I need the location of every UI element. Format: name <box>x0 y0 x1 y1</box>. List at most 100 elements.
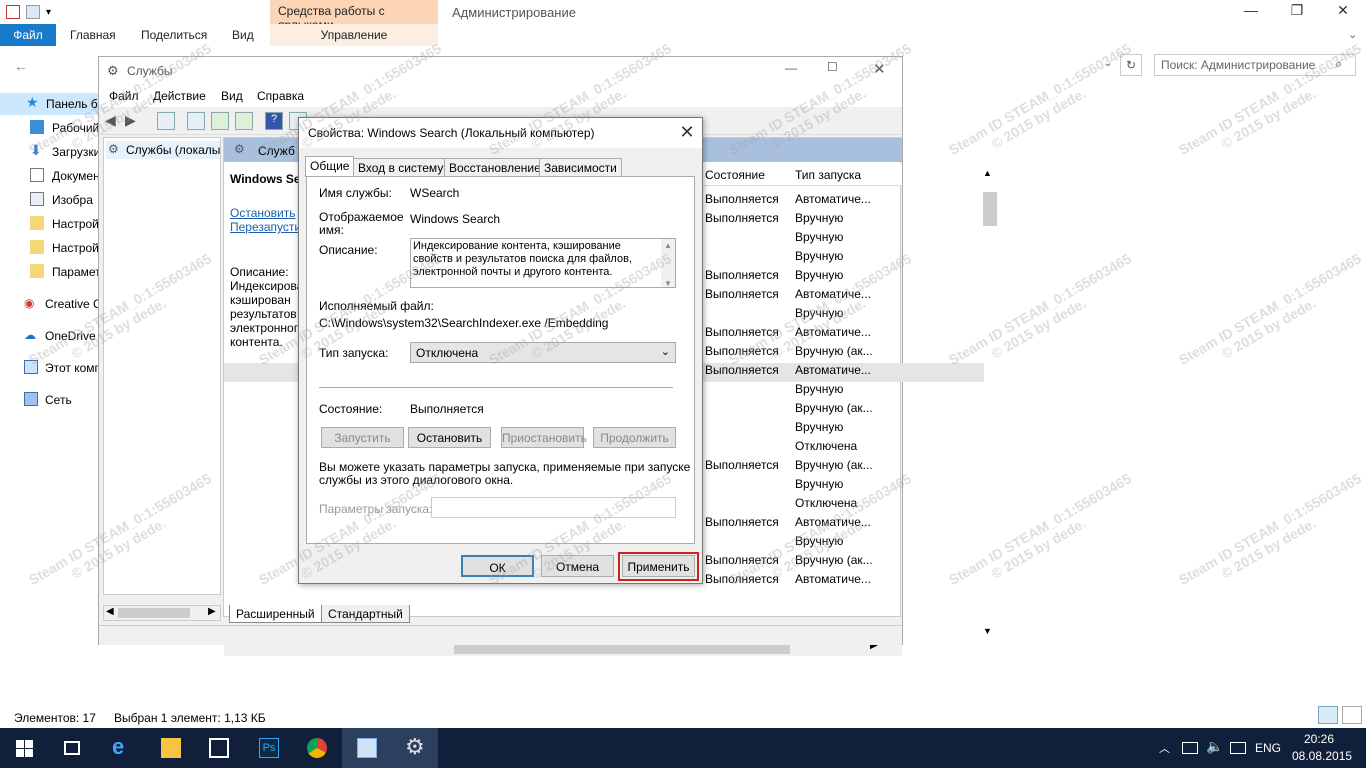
column-state[interactable]: Состояние <box>705 168 765 182</box>
close-icon[interactable]: ✕ <box>677 122 697 142</box>
services-title: Службы <box>127 64 173 78</box>
chevron-down-icon[interactable]: ⌄ <box>1348 28 1357 41</box>
properties-icon[interactable] <box>6 4 20 19</box>
refresh-icon[interactable] <box>211 112 229 130</box>
tab-recovery[interactable]: Восстановление <box>444 158 546 176</box>
taskbar-store[interactable] <box>194 728 242 768</box>
column-startup-type[interactable]: Тип запуска <box>795 168 861 182</box>
tab-extended[interactable]: Расширенный <box>229 605 322 623</box>
back-icon[interactable]: ◀ <box>105 112 116 129</box>
tab-share[interactable]: Поделиться <box>141 24 207 46</box>
volume-icon[interactable]: 🔈 <box>1206 738 1223 755</box>
back-icon[interactable]: ← <box>14 58 28 74</box>
taskbar-explorer[interactable] <box>146 728 194 768</box>
service-name-value: WSearch <box>410 186 460 200</box>
chevron-down-icon[interactable]: ⌄ <box>1104 58 1112 69</box>
startup-cell: Вручную (ак... <box>795 553 873 567</box>
new-folder-icon[interactable] <box>26 4 40 19</box>
minimize-icon[interactable]: — <box>785 61 797 75</box>
services-titlebar: ⚙ Службы — ☐ ✕ <box>99 57 902 85</box>
resume-button[interactable]: Продолжить <box>593 427 676 448</box>
help-icon[interactable]: ? <box>265 112 283 130</box>
console-tree: ⚙ Службы (локалы <box>103 137 221 595</box>
large-icons-view-icon[interactable] <box>1342 706 1362 724</box>
tab-general[interactable]: Общие <box>305 156 355 177</box>
quick-access-toolbar[interactable]: ▾ <box>6 4 51 19</box>
state-cell: Выполняется <box>705 211 779 225</box>
pause-button[interactable]: Приостановить <box>501 427 587 448</box>
close-icon[interactable]: ✕ <box>1320 2 1366 22</box>
state-cell: Выполняется <box>705 192 779 206</box>
cancel-button[interactable]: Отмена <box>541 555 614 577</box>
menu-view[interactable]: Вид <box>221 89 243 103</box>
clock-time[interactable]: 20:26 <box>1296 732 1342 746</box>
network-icon[interactable] <box>1182 742 1198 754</box>
search-input[interactable]: Поиск: Администрирование <box>1154 54 1356 76</box>
startup-cell: Отключена <box>795 496 858 510</box>
folder-icon <box>30 264 44 278</box>
column-header-row: Состояние Тип запуска <box>702 164 902 186</box>
scroll-down-icon[interactable]: ▼ <box>664 277 672 290</box>
scroll-down-icon[interactable]: ▼ <box>983 626 992 636</box>
export-icon[interactable] <box>187 112 205 130</box>
explorer-titlebar: ▾ Администрирование — ❐ ✕ <box>0 0 1366 24</box>
details-view-icon[interactable] <box>1318 706 1338 724</box>
image-icon <box>30 192 44 206</box>
description-textbox[interactable]: Индексирование контента, кэширование сво… <box>410 238 676 288</box>
ok-button[interactable]: ОК <box>461 555 534 577</box>
tab-dependencies[interactable]: Зависимости <box>539 158 622 176</box>
menu-file[interactable]: Файл <box>109 89 139 103</box>
refresh-icon[interactable]: ↻ <box>1120 54 1142 76</box>
scroll-up-icon[interactable]: ▲ <box>983 168 992 178</box>
nav-quick-access[interactable]: ★ Панель б <box>0 93 100 115</box>
notifications-icon[interactable] <box>1230 742 1246 754</box>
vscroll-thumb[interactable] <box>983 192 997 226</box>
minimize-icon[interactable]: — <box>1228 2 1274 22</box>
params-label: Параметры запуска: <box>319 502 433 516</box>
tab-logon[interactable]: Вход в систему <box>353 158 449 176</box>
stop-button[interactable]: Остановить <box>408 427 491 448</box>
scroll-up-icon[interactable]: ▲ <box>664 239 672 252</box>
forward-icon[interactable]: ▶ <box>125 112 136 129</box>
taskbar-edge[interactable]: e <box>98 728 146 768</box>
tab-standard[interactable]: Стандартный <box>321 605 410 623</box>
startup-type-select[interactable]: Отключена ⌄ <box>410 342 676 363</box>
maximize-icon[interactable]: ☐ <box>827 60 838 74</box>
start-button[interactable] <box>0 728 48 768</box>
startup-cell: Автоматиче... <box>795 363 871 377</box>
watermark: Steam ID STEAM_0:1:55603465 © 2015 by ded… <box>945 40 1134 158</box>
description-scrollbar[interactable]: ▲ ▼ <box>661 239 675 290</box>
taskbar-control-panel[interactable] <box>342 728 390 768</box>
gear-icon: ⚙ <box>405 734 425 759</box>
properties-dialog: Свойства: Windows Search (Локальный комп… <box>298 117 703 584</box>
tree-item-services[interactable]: ⚙ Службы (локалы <box>106 141 220 159</box>
menu-action[interactable]: Действие <box>153 89 206 103</box>
state-cell: Выполняется <box>705 363 779 377</box>
start-params-input[interactable] <box>431 497 676 518</box>
startup-cell: Автоматиче... <box>795 287 871 301</box>
maximize-icon[interactable]: ❐ <box>1274 2 1320 22</box>
tree-hscrollbar[interactable]: ◀ ▶ <box>103 605 221 621</box>
exe-label: Исполняемый файл: <box>319 299 434 313</box>
tab-home[interactable]: Главная <box>70 24 116 46</box>
export-list-icon[interactable] <box>235 112 253 130</box>
tab-view[interactable]: Вид <box>232 24 254 46</box>
menu-help[interactable]: Справка <box>257 89 304 103</box>
console-tree-icon[interactable] <box>157 112 175 130</box>
start-button[interactable]: Запустить <box>321 427 404 448</box>
chevron-up-icon[interactable]: ︿ <box>1159 740 1170 756</box>
taskbar-photoshop[interactable]: Ps <box>244 728 292 768</box>
tab-manage[interactable]: Управление <box>270 24 438 46</box>
windows-icon <box>16 740 24 748</box>
taskbar-services[interactable]: ⚙ <box>390 728 438 768</box>
tab-file[interactable]: Файл <box>0 24 56 46</box>
close-icon[interactable]: ✕ <box>873 60 886 78</box>
scroll-thumb[interactable] <box>118 608 190 618</box>
task-view-button[interactable] <box>48 728 96 768</box>
mmc-statusbar <box>99 625 902 645</box>
taskbar-chrome[interactable] <box>292 728 340 768</box>
language-indicator[interactable]: ENG <box>1255 741 1281 755</box>
clock-date[interactable]: 08.08.2015 <box>1292 749 1352 763</box>
network-icon <box>24 392 38 406</box>
chevron-down-icon[interactable]: ▾ <box>46 7 51 18</box>
